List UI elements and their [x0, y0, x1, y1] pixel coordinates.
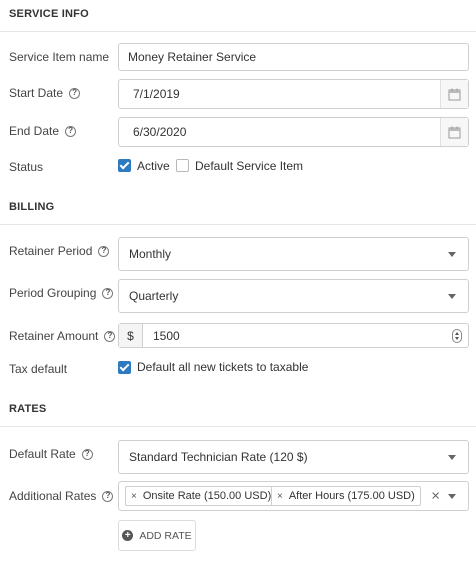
number-stepper-icon[interactable]	[452, 329, 462, 343]
plus-circle-icon: +	[122, 530, 134, 541]
retainer-amount-label: Retainer Amount ?	[9, 328, 116, 344]
help-icon[interactable]: ?	[104, 330, 116, 342]
chevron-down-icon[interactable]	[448, 294, 456, 299]
additional-rates-label: Additional Rates ?	[9, 488, 114, 504]
end-date-field[interactable]: 6/30/2020	[118, 117, 469, 147]
default-rate-value[interactable]: Standard Technician Rate (120 $)	[129, 441, 308, 473]
default-rate-label: Default Rate ?	[9, 446, 93, 462]
default-service-item-label[interactable]: Default Service Item	[195, 159, 303, 173]
section-divider	[0, 426, 476, 427]
add-rate-label: ADD RATE	[139, 529, 192, 542]
close-icon[interactable]: ×	[131, 491, 137, 502]
period-grouping-value[interactable]: Quarterly	[129, 280, 178, 312]
period-grouping-select[interactable]: Quarterly	[118, 279, 469, 313]
active-checkbox-label[interactable]: Active	[137, 159, 170, 173]
service-info-heading: SERVICE INFO	[9, 8, 89, 20]
rate-tag-label: Onsite Rate (150.00 USD)	[142, 490, 272, 502]
tax-default-label: Tax default	[9, 362, 68, 376]
start-date-label: Start Date ?	[9, 85, 81, 101]
retainer-period-label: Retainer Period ?	[9, 243, 110, 259]
end-date-label: End Date ?	[9, 123, 77, 139]
retainer-amount-field[interactable]: $	[118, 323, 469, 348]
service-item-name-text[interactable]	[128, 44, 459, 70]
help-icon[interactable]: ?	[102, 287, 114, 299]
status-label: Status	[9, 160, 44, 174]
close-icon[interactable]: ×	[277, 491, 283, 502]
help-icon[interactable]: ?	[65, 125, 77, 137]
taxable-checkbox-label[interactable]: Default all new tickets to taxable	[137, 360, 308, 374]
end-date-value[interactable]: 6/30/2020	[133, 118, 186, 146]
calendar-icon[interactable]	[440, 80, 468, 108]
section-divider	[0, 31, 476, 32]
help-icon[interactable]: ?	[98, 245, 110, 257]
service-item-name-input[interactable]	[118, 43, 469, 71]
help-icon[interactable]: ?	[102, 490, 114, 502]
chevron-down-icon[interactable]	[448, 494, 456, 499]
clear-icon[interactable]: ×	[431, 488, 440, 505]
active-checkbox[interactable]	[118, 159, 131, 172]
start-date-field[interactable]: 7/1/2019	[118, 79, 469, 109]
default-service-item-checkbox[interactable]	[176, 159, 189, 172]
help-icon[interactable]: ?	[69, 87, 81, 99]
default-rate-select[interactable]: Standard Technician Rate (120 $)	[118, 440, 469, 474]
retainer-period-value[interactable]: Monthly	[129, 238, 171, 270]
taxable-checkbox[interactable]	[118, 361, 131, 374]
chevron-down-icon[interactable]	[448, 252, 456, 257]
section-divider	[0, 224, 476, 225]
rate-tag-label: After Hours (175.00 USD)	[288, 490, 415, 502]
rate-tag[interactable]: × Onsite Rate (150.00 USD)	[125, 486, 278, 506]
period-grouping-label: Period Grouping ?	[9, 285, 114, 301]
service-item-name-label: Service Item name	[9, 50, 110, 64]
chevron-down-icon[interactable]	[448, 455, 456, 460]
retainer-amount-input[interactable]	[153, 324, 444, 347]
calendar-icon[interactable]	[440, 118, 468, 146]
rates-heading: RATES	[9, 403, 47, 415]
currency-prefix: $	[119, 324, 143, 347]
help-icon[interactable]: ?	[81, 448, 93, 460]
add-rate-button[interactable]: + ADD RATE	[118, 520, 196, 551]
start-date-value[interactable]: 7/1/2019	[133, 80, 180, 108]
rate-tag[interactable]: × After Hours (175.00 USD)	[271, 486, 421, 506]
billing-heading: BILLING	[9, 201, 55, 213]
retainer-period-select[interactable]: Monthly	[118, 237, 469, 271]
additional-rates-select[interactable]: × Onsite Rate (150.00 USD) × After Hours…	[118, 481, 469, 511]
